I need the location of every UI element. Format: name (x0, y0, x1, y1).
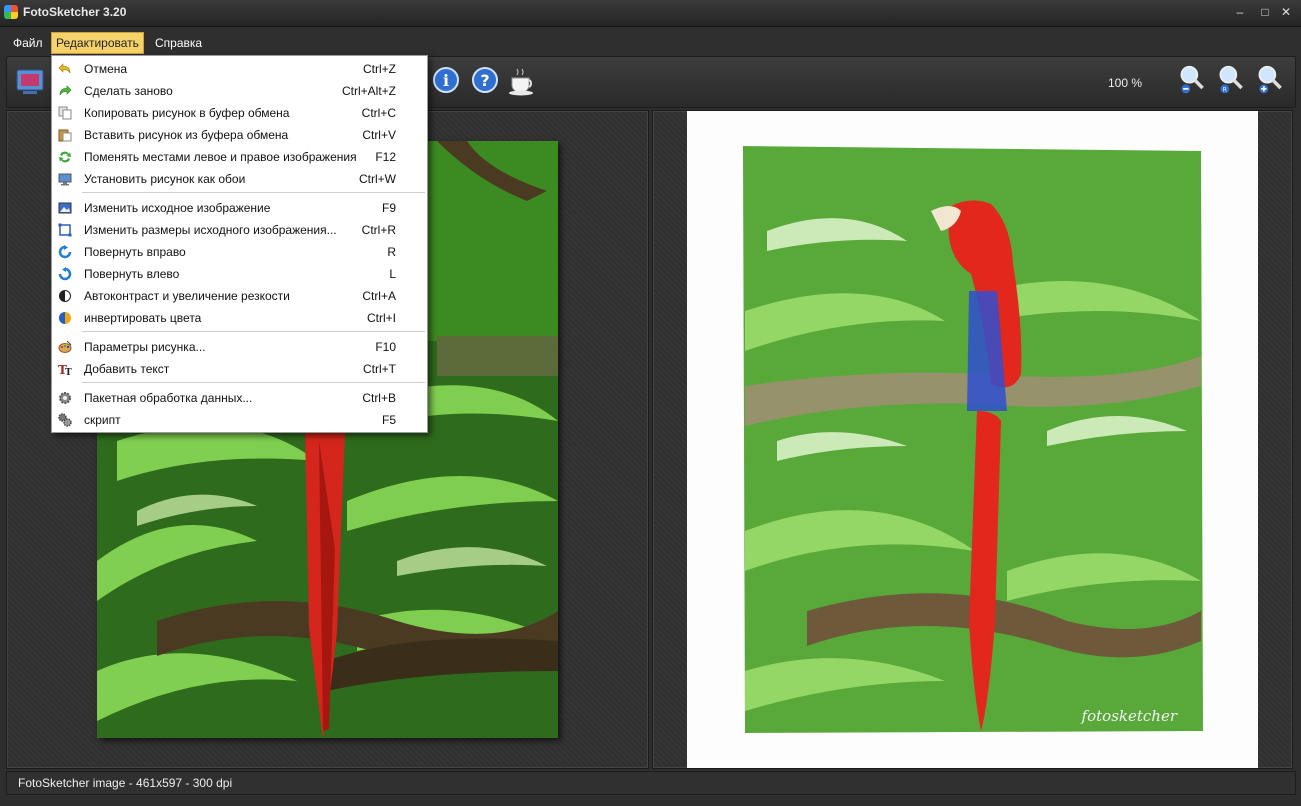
rotate-right-icon (58, 245, 72, 259)
menu-bar: Файл Редактировать Справка (0, 27, 1301, 55)
svg-text:T: T (65, 368, 72, 376)
menu-item-swap-images[interactable]: Поменять местами левое и правое изображе… (54, 146, 425, 168)
menu-separator (82, 382, 425, 383)
minimize-button[interactable]: – (1230, 3, 1250, 21)
swap-icon (59, 151, 71, 163)
sketch-result-image: fotosketcher (687, 111, 1258, 768)
sketch-result-panel: fotosketcher (652, 110, 1293, 769)
zoom-level: 100 % (1108, 76, 1143, 90)
menu-item-rotate-left[interactable]: Повернуть влево L (54, 263, 425, 285)
menu-edit[interactable]: Редактировать (51, 32, 144, 54)
copy-icon (58, 106, 72, 120)
menu-item-script[interactable]: скрипт F5 (54, 409, 425, 431)
menu-separator (82, 331, 425, 332)
fotosketcher-watermark: fotosketcher (1081, 707, 1178, 725)
menu-item-edit-source-image[interactable]: Изменить исходное изображение F9 (54, 197, 425, 219)
zoom-out-icon[interactable] (1177, 65, 1207, 95)
svg-text:i: i (443, 71, 449, 90)
maximize-button[interactable]: □ (1255, 3, 1275, 21)
window-title: FotoSketcher 3.20 (23, 5, 127, 19)
menu-item-drawing-parameters[interactable]: Параметры рисунка... F10 (54, 336, 425, 358)
svg-text:R: R (1223, 86, 1228, 93)
image-info: FotoSketcher image - 461x597 - 300 dpi (18, 776, 233, 790)
menu-item-autocontrast[interactable]: Автоконтраст и увеличение резкости Ctrl+… (54, 285, 425, 307)
edit-menu-dropdown: Отмена Ctrl+Z Сделать заново Ctrl+Alt+Z … (51, 55, 428, 433)
open-image-icon[interactable] (15, 66, 45, 96)
menu-item-resize-source-image[interactable]: Изменить размеры исходного изображения..… (54, 219, 425, 241)
status-bar: FotoSketcher image - 461x597 - 300 dpi (6, 771, 1296, 795)
paste-icon (58, 129, 72, 142)
palette-icon (58, 340, 72, 353)
menu-item-redo[interactable]: Сделать заново Ctrl+Alt+Z (54, 80, 425, 102)
redo-icon (59, 85, 72, 96)
menu-item-paste[interactable]: Вставить рисунок из буфера обмена Ctrl+V (54, 124, 425, 146)
app-logo-icon (4, 5, 18, 19)
invert-colors-icon (59, 312, 71, 324)
menu-item-add-text[interactable]: TT Добавить текст Ctrl+T (54, 358, 425, 380)
menu-item-invert-colors[interactable]: инвертировать цвета Ctrl+I (54, 307, 425, 329)
text-icon: TT (58, 363, 72, 376)
menu-file[interactable]: Файл (9, 34, 47, 54)
zoom-in-icon[interactable] (1255, 65, 1285, 95)
menu-item-undo[interactable]: Отмена Ctrl+Z (54, 58, 425, 80)
edit-image-icon (58, 202, 72, 214)
undo-icon (58, 63, 71, 74)
autocontrast-icon (59, 290, 71, 302)
menu-item-copy[interactable]: Копировать рисунок в буфер обмена Ctrl+C (54, 102, 425, 124)
info-icon[interactable]: i (431, 67, 461, 97)
menu-item-set-wallpaper[interactable]: Установить рисунок как обои Ctrl+W (54, 168, 425, 190)
svg-text:?: ? (480, 71, 489, 90)
wallpaper-icon (58, 173, 72, 186)
menu-item-rotate-right[interactable]: Повернуть вправо R (54, 241, 425, 263)
menu-item-batch-processing[interactable]: Пакетная обработка данных... Ctrl+B (54, 387, 425, 409)
title-bar: FotoSketcher 3.20 – □ ✕ (0, 0, 1301, 27)
zoom-reset-icon[interactable]: R (1216, 65, 1246, 95)
script-gears-icon (58, 413, 72, 427)
rotate-left-icon (58, 267, 72, 281)
resize-icon (58, 223, 72, 237)
close-button[interactable]: ✕ (1276, 3, 1296, 21)
batch-gear-icon (59, 392, 71, 404)
menu-separator (82, 192, 425, 193)
menu-help[interactable]: Справка (151, 34, 206, 54)
help-icon[interactable]: ? (470, 67, 500, 97)
coffee-cup-icon[interactable] (507, 67, 537, 97)
